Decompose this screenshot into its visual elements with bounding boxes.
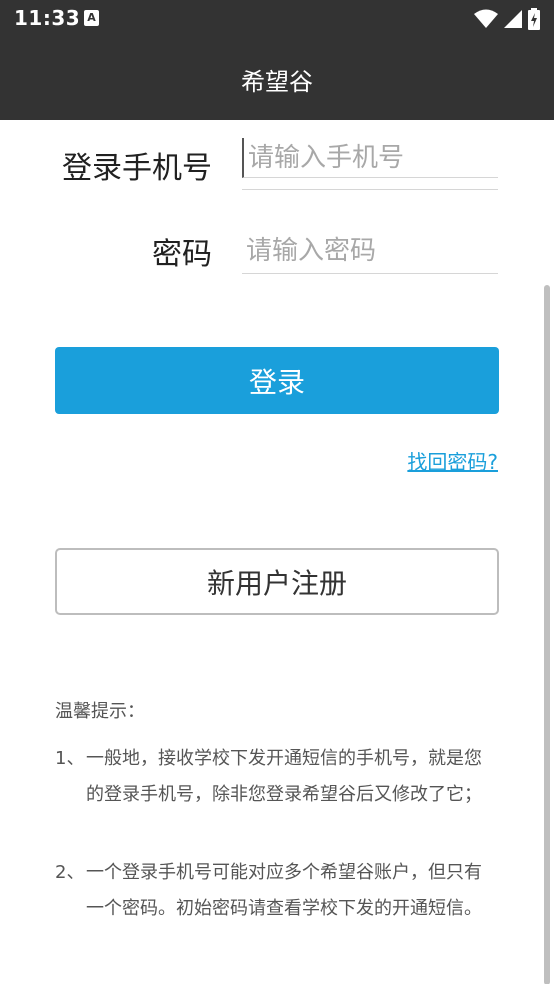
tip-text: 一般地，接收学校下发开通短信的手机号，就是您的登录手机号，除非您登录希望谷后又修… [86, 748, 482, 805]
login-button[interactable]: 登录 [55, 347, 499, 414]
status-bar: 11:33 A [0, 0, 554, 38]
notification-icon: A [84, 10, 99, 26]
cell-signal-icon [504, 10, 522, 28]
scrollbar[interactable] [544, 285, 550, 984]
battery-charging-icon [528, 8, 540, 30]
tip-item: 2、 一个登录手机号可能对应多个希望谷账户，但只有一个密码。初始密码请查看学校下… [55, 855, 495, 927]
password-input[interactable] [242, 228, 498, 274]
tips-title: 温馨提示： [55, 701, 145, 722]
tip-text: 一个登录手机号可能对应多个希望谷账户，但只有一个密码。初始密码请查看学校下发的开… [86, 862, 482, 919]
register-button[interactable]: 新用户注册 [55, 548, 499, 615]
password-label: 密码 [152, 237, 212, 272]
phone-input[interactable] [242, 138, 498, 178]
tip-number: 2、 [55, 862, 85, 883]
phone-label: 登录手机号 [62, 151, 212, 186]
tip-number: 1、 [55, 748, 85, 769]
phone-input-underline [242, 189, 498, 190]
status-icons [474, 8, 540, 30]
forgot-password-link[interactable]: 找回密码? [407, 446, 498, 475]
status-time: 11:33 [14, 6, 81, 30]
wifi-icon [474, 9, 498, 28]
page-title: 希望谷 [241, 68, 313, 96]
app-bar: 希望谷 [0, 38, 554, 120]
tip-item: 1、 一般地，接收学校下发开通短信的手机号，就是您的登录手机号，除非您登录希望谷… [55, 741, 495, 813]
